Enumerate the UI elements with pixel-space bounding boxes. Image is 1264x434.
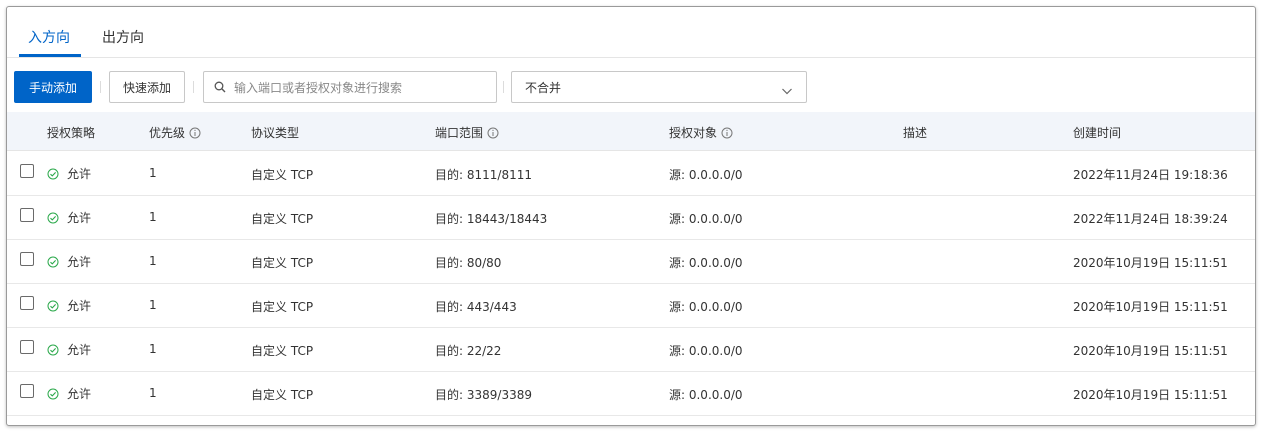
- protocol-cell: 自定义 TCP: [251, 212, 314, 226]
- policy-label: 允许: [67, 299, 92, 313]
- policy-label: 允许: [67, 255, 92, 269]
- toolbar: 手动添加 快速添加 输入端口或者授权对象进行搜索 不合并: [7, 71, 1255, 103]
- direction-tabs: 入方向 出方向: [7, 7, 1255, 58]
- header-created-time: 创建时间: [1073, 126, 1122, 140]
- check-circle-icon: [47, 344, 63, 356]
- auth-object-cell: 源: 0.0.0.0/0: [669, 300, 743, 314]
- row-checkbox[interactable]: [20, 164, 34, 178]
- auth-object-cell: 源: 0.0.0.0/0: [669, 168, 743, 182]
- created-time-cell: 2022年11月24日 18:39:24: [1073, 212, 1228, 226]
- port-cell: 目的: 18443/18443: [435, 212, 548, 226]
- tab-outbound[interactable]: 出方向: [102, 27, 144, 47]
- policy-label: 允许: [67, 167, 92, 181]
- security-group-rules-panel: 入方向 出方向 手动添加 快速添加 输入端口或者授权对象进行搜索 不合并 授权策…: [6, 6, 1256, 426]
- table-row: 允许 1 自定义 TCP 目的: 443/443 源: 0.0.0.0/0 2020年10…: [7, 283, 1255, 328]
- policy-label: 允许: [67, 387, 92, 401]
- row-checkbox[interactable]: [20, 384, 34, 398]
- quick-add-button[interactable]: 快速添加: [109, 71, 185, 103]
- status-allow: 允许: [47, 165, 91, 182]
- info-icon[interactable]: [487, 127, 499, 139]
- table-row: 允许 1 自定义 TCP 目的: 3389/3389 源: 0.0.0.0/0 2020年…: [7, 371, 1255, 416]
- header-port-range: 端口范围: [435, 124, 499, 141]
- divider: [503, 81, 504, 93]
- chevron-down-icon: [781, 82, 793, 101]
- divider: [100, 81, 101, 93]
- row-checkbox[interactable]: [20, 340, 34, 354]
- status-allow: 允许: [47, 253, 91, 270]
- info-icon[interactable]: [189, 127, 201, 139]
- status-allow: 允许: [47, 341, 91, 358]
- port-cell: 目的: 80/80: [435, 256, 502, 270]
- auth-object-cell: 源: 0.0.0.0/0: [669, 212, 743, 226]
- priority-cell: 1: [149, 166, 157, 180]
- auth-object-cell: 源: 0.0.0.0/0: [669, 344, 743, 358]
- manual-add-button[interactable]: 手动添加: [14, 71, 92, 103]
- protocol-cell: 自定义 TCP: [251, 388, 314, 402]
- created-time-cell: 2020年10月19日 15:11:51: [1073, 388, 1228, 402]
- priority-cell: 1: [149, 386, 157, 400]
- check-circle-icon: [47, 300, 63, 312]
- active-tab-indicator: [19, 54, 81, 57]
- row-checkbox[interactable]: [20, 252, 34, 266]
- header-description: 描述: [903, 126, 928, 140]
- check-circle-icon: [47, 256, 63, 268]
- port-cell: 目的: 22/22: [435, 344, 502, 358]
- priority-cell: 1: [149, 298, 157, 312]
- row-checkbox[interactable]: [20, 296, 34, 310]
- table-row: 允许 1 自定义 TCP 目的: 80/80 源: 0.0.0.0/0 2020年10月1…: [7, 239, 1255, 284]
- header-priority: 优先级: [149, 124, 201, 141]
- merge-select[interactable]: 不合并: [511, 71, 807, 103]
- table-header: 授权策略 优先级 协议类型 端口范围 授权对象 描述 创建时间: [7, 112, 1255, 151]
- protocol-cell: 自定义 TCP: [251, 256, 314, 270]
- check-circle-icon: [47, 168, 63, 180]
- created-time-cell: 2022年11月24日 19:18:36: [1073, 168, 1228, 182]
- port-cell: 目的: 3389/3389: [435, 388, 532, 402]
- header-policy: 授权策略: [47, 126, 96, 140]
- check-circle-icon: [47, 388, 63, 400]
- check-circle-icon: [47, 212, 63, 224]
- port-cell: 目的: 8111/8111: [435, 168, 532, 182]
- priority-cell: 1: [149, 342, 157, 356]
- priority-cell: 1: [149, 254, 157, 268]
- created-time-cell: 2020年10月19日 15:11:51: [1073, 344, 1228, 358]
- priority-cell: 1: [149, 210, 157, 224]
- table-row: 允许 1 自定义 TCP 目的: 8111/8111 源: 0.0.0.0/0 2022年…: [7, 151, 1255, 196]
- created-time-cell: 2020年10月19日 15:11:51: [1073, 256, 1228, 270]
- protocol-cell: 自定义 TCP: [251, 168, 314, 182]
- header-auth-object: 授权对象: [669, 124, 733, 141]
- protocol-cell: 自定义 TCP: [251, 300, 314, 314]
- table-row: 允许 1 自定义 TCP 目的: 18443/18443 源: 0.0.0.0/0 202…: [7, 195, 1255, 240]
- status-allow: 允许: [47, 385, 91, 402]
- table-row: 允许 1 自定义 TCP 目的: 22/22 源: 0.0.0.0/0 2020年10月1…: [7, 327, 1255, 372]
- created-time-cell: 2020年10月19日 15:11:51: [1073, 300, 1228, 314]
- policy-label: 允许: [67, 343, 92, 357]
- row-checkbox[interactable]: [20, 208, 34, 222]
- header-protocol: 协议类型: [251, 126, 300, 140]
- divider: [193, 81, 194, 93]
- status-allow: 允许: [47, 297, 91, 314]
- auth-object-cell: 源: 0.0.0.0/0: [669, 388, 743, 402]
- tab-inbound[interactable]: 入方向: [28, 27, 70, 47]
- port-cell: 目的: 443/443: [435, 300, 517, 314]
- auth-object-cell: 源: 0.0.0.0/0: [669, 256, 743, 270]
- search-input[interactable]: 输入端口或者授权对象进行搜索: [203, 71, 497, 103]
- info-icon[interactable]: [721, 127, 733, 139]
- search-icon: [214, 81, 234, 93]
- search-placeholder: 输入端口或者授权对象进行搜索: [234, 80, 403, 95]
- merge-select-value: 不合并: [525, 80, 562, 95]
- status-allow: 允许: [47, 209, 91, 226]
- policy-label: 允许: [67, 211, 92, 225]
- protocol-cell: 自定义 TCP: [251, 344, 314, 358]
